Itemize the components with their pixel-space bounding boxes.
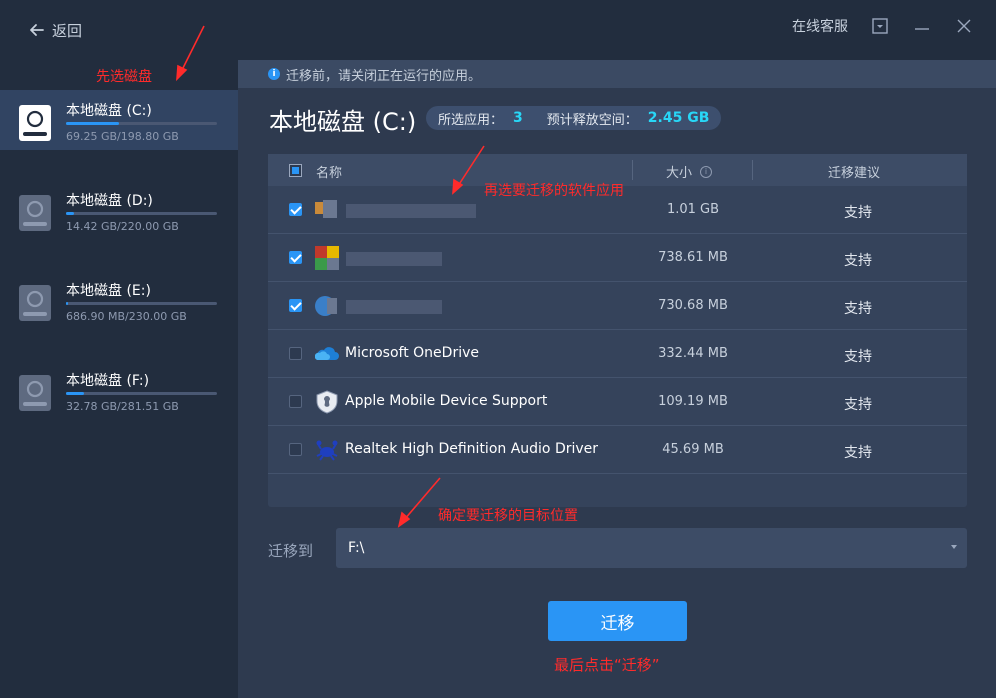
migration-advice: 支持 [844, 349, 872, 365]
disk-usage-fill [66, 302, 68, 305]
disk-size: 686.90 MB/230.00 GB [66, 310, 187, 323]
disk-name: 本地磁盘 (F:) [66, 373, 150, 389]
minimize-icon [915, 28, 929, 30]
annotation-click-migrate: 最后点击“迁移” [554, 656, 660, 674]
shield-icon [316, 390, 338, 414]
hard-drive-icon [19, 375, 51, 411]
app-size: 1.01 GB [666, 202, 720, 217]
disk-sidebar: 先选磁盘 本地磁盘 (C:) 69.25 GB/198.80 GB 本地磁盘 (… [0, 60, 238, 698]
table-row[interactable]: Microsoft OneDrive 332.44 MB 支持 [268, 330, 967, 378]
onedrive-cloud-icon [315, 347, 339, 360]
disk-usage-fill [66, 122, 119, 125]
app-size: 109.19 MB [658, 394, 728, 409]
target-location-value: F:\ [348, 540, 365, 556]
column-header-advice[interactable]: 迁移建议 [828, 162, 880, 181]
chevron-down-icon [951, 545, 957, 549]
disk-size: 32.78 GB/281.51 GB [66, 400, 179, 413]
app-size: 738.61 MB [658, 250, 728, 265]
disk-name: 本地磁盘 (C:) [66, 103, 152, 119]
sidebar-disk-e[interactable]: 本地磁盘 (E:) 686.90 MB/230.00 GB [0, 270, 238, 330]
disk-name: 本地磁盘 (E:) [66, 283, 151, 299]
row-checkbox[interactable] [289, 203, 302, 216]
app-name: Microsoft OneDrive [345, 345, 479, 361]
column-header-name[interactable]: 名称 [316, 162, 342, 181]
app-size: 45.69 MB [662, 442, 724, 457]
row-checkbox[interactable] [289, 395, 302, 408]
disk-usage-bar [66, 392, 217, 395]
target-label: 迁移到 [268, 542, 314, 560]
disk-usage-bar [66, 212, 217, 215]
sidebar-disk-c[interactable]: 本地磁盘 (C:) 69.25 GB/198.80 GB [0, 90, 238, 150]
sidebar-disk-d[interactable]: 本地磁盘 (D:) 14.42 GB/220.00 GB [0, 180, 238, 240]
redacted-app-name [346, 204, 476, 218]
page-title: 本地磁盘 (C:) [269, 108, 417, 136]
annotation-select-disk: 先选磁盘 [96, 69, 152, 85]
disk-name: 本地磁盘 (D:) [66, 193, 153, 209]
row-checkbox[interactable] [289, 251, 302, 264]
column-divider [632, 160, 633, 180]
migration-advice: 支持 [844, 397, 872, 413]
migration-advice: 支持 [844, 205, 872, 221]
info-circle-icon[interactable]: i [700, 165, 713, 178]
table-row[interactable]: 730.68 MB 支持 [268, 282, 967, 330]
table-row[interactable]: 738.61 MB 支持 [268, 234, 967, 282]
app-icon [315, 200, 337, 218]
row-checkbox[interactable] [289, 347, 302, 360]
migration-advice: 支持 [844, 253, 872, 269]
title-bar: 返回 在线客服 [0, 0, 996, 60]
notice-text: 迁移前，请关闭正在运行的应用。 [286, 68, 482, 84]
app-size: 730.68 MB [658, 298, 728, 313]
disk-size: 14.42 GB/220.00 GB [66, 220, 179, 233]
app-table: 名称 大小 i 迁移建议 1.01 GB 支持 738.61 MB 支持 730… [268, 154, 967, 507]
row-checkbox[interactable] [289, 299, 302, 312]
disk-usage-bar [66, 122, 217, 125]
selected-apps-label: 所选应用： [438, 112, 504, 128]
hard-drive-icon [19, 105, 51, 141]
app-icon [315, 246, 339, 270]
selected-apps-count: 3 [513, 110, 523, 126]
main-panel: i 迁移前，请关闭正在运行的应用。 本地磁盘 (C:) 所选应用： 3 预计释放… [238, 60, 996, 698]
disk-usage-bar [66, 302, 217, 305]
migration-advice: 支持 [844, 301, 872, 317]
row-checkbox[interactable] [289, 443, 302, 456]
back-button[interactable]: 返回 [28, 18, 82, 42]
info-icon: i [268, 68, 280, 80]
app-size: 332.44 MB [658, 346, 728, 361]
minimize-button[interactable] [912, 16, 932, 36]
annotation-select-apps: 再选要迁移的软件应用 [484, 183, 624, 199]
column-divider [752, 160, 753, 180]
close-icon [957, 19, 971, 33]
target-location-select[interactable]: F:\ [336, 528, 967, 568]
column-header-size-label: 大小 [666, 166, 693, 181]
table-row[interactable]: Apple Mobile Device Support 109.19 MB 支持 [268, 378, 967, 426]
notice-bar: i 迁移前，请关闭正在运行的应用。 [238, 60, 996, 88]
table-row[interactable]: Realtek High Definition Audio Driver 45.… [268, 426, 967, 474]
free-space-value: 2.45 GB [647, 110, 710, 126]
sidebar-disk-f[interactable]: 本地磁盘 (F:) 32.78 GB/281.51 GB [0, 360, 238, 420]
disk-size: 69.25 GB/198.80 GB [66, 130, 179, 143]
arrow-left-icon [30, 24, 44, 36]
app-name: Apple Mobile Device Support [345, 393, 548, 409]
migrate-button[interactable]: 迁移 [548, 601, 687, 641]
free-space-label: 预计释放空间： [546, 112, 638, 128]
annotation-select-target: 确定要迁移的目标位置 [438, 508, 578, 524]
redacted-app-name [346, 252, 442, 266]
migration-advice: 支持 [844, 445, 872, 461]
back-label: 返回 [52, 21, 83, 40]
select-all-checkbox[interactable] [289, 164, 302, 177]
online-support-link[interactable]: 在线客服 [792, 16, 848, 36]
column-header-size[interactable]: 大小 i [666, 162, 713, 181]
hard-drive-icon [19, 195, 51, 231]
app-icon [315, 296, 337, 316]
menu-dropdown-button[interactable] [870, 16, 890, 36]
dropdown-box-icon [872, 18, 888, 34]
hard-drive-icon [19, 285, 51, 321]
selection-summary: 所选应用： 3 预计释放空间： 2.45 GB [426, 106, 722, 130]
app-name: Realtek High Definition Audio Driver [345, 441, 599, 457]
redacted-app-name [346, 300, 442, 314]
realtek-crab-icon [316, 440, 338, 461]
close-button[interactable] [954, 16, 974, 36]
disk-usage-fill [66, 212, 74, 215]
disk-usage-fill [66, 392, 85, 395]
